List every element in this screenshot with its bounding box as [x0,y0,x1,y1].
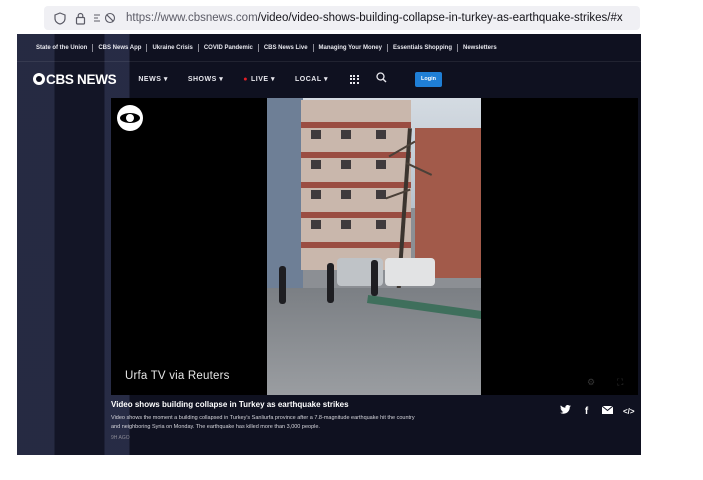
nav-live-label: LIVE [250,76,269,83]
video-left-building [267,98,303,288]
settings-icon[interactable]: ⚙ [587,377,595,388]
video-frame [267,98,481,395]
chevron-down-icon: ▾ [163,76,168,83]
share-bar: f </> [560,404,635,417]
top-links-bar: State of the Union CBS News App Ukraine … [17,34,641,62]
chevron-down-icon: ▾ [219,76,224,83]
toplink-covid-pandemic[interactable]: COVID Pandemic [199,43,259,52]
email-icon[interactable] [601,405,614,417]
cbs-news-page: State of the Union CBS News App Ukraine … [17,34,641,455]
fullscreen-icon[interactable]: ⛶ [617,377,623,388]
video-title: Video shows building collapse in Turkey … [111,400,349,409]
url-text[interactable]: https://www.cbsnews.com/video/video-show… [126,12,623,24]
nav-shows[interactable]: SHOWS ▾ [188,75,223,83]
search-icon[interactable] [376,70,387,88]
chevron-down-icon: ▾ [323,76,328,83]
toplink-cbs-news-app[interactable]: CBS News App [93,43,148,52]
twitter-icon[interactable] [560,404,571,417]
nav-live[interactable]: ● LIVE ▾ [243,75,275,83]
toplink-essentials-shopping[interactable]: Essentials Shopping [388,43,458,52]
url-path: /video/video-shows-building-collapse-in-… [257,12,623,24]
video-building [301,100,411,270]
apps-grid-icon[interactable] [349,74,359,84]
live-dot-icon: ● [243,76,248,83]
video-right-building [415,128,481,278]
nav-news-label: NEWS [138,76,162,83]
video-credit: Urfa TV via Reuters [125,370,230,382]
cbs-news-logo[interactable]: CBS NEWS [33,71,117,87]
logo-text: CBS NEWS [46,71,117,87]
cbs-eye-watermark-icon [117,105,143,131]
url-host: https://www.cbsnews.com [126,12,258,24]
video-player[interactable]: Urfa TV via Reuters ⚙ ⛶ [111,98,638,395]
login-button[interactable]: Login [414,71,442,87]
toplink-state-of-the-union[interactable]: State of the Union [31,43,94,52]
nav-news[interactable]: NEWS ▾ [138,75,167,83]
nav-local-label: LOCAL [295,76,322,83]
toplink-ukraine-crisis[interactable]: Ukraine Crisis [147,43,199,52]
cbs-eye-icon [33,73,45,85]
permissions-icon[interactable] [92,10,118,26]
nav-shows-label: SHOWS [187,76,217,83]
chevron-down-icon: ▾ [271,76,276,83]
main-nav: CBS NEWS NEWS ▾ SHOWS ▾ ● LIVE ▾ LOCAL ▾ … [17,64,641,94]
url-bar[interactable]: https://www.cbsnews.com/video/video-show… [44,6,640,30]
nav-local[interactable]: LOCAL ▾ [295,75,328,83]
embed-icon[interactable]: </> [623,407,635,416]
video-info: Video shows building collapse in Turkey … [111,400,421,441]
video-timestamp: 9H AGO [111,435,130,441]
shield-icon[interactable] [52,10,68,26]
toplink-newsletters[interactable]: Newsletters [458,44,502,52]
facebook-icon[interactable]: f [581,406,592,417]
toplink-managing-your-money[interactable]: Managing Your Money [314,43,388,52]
lock-icon[interactable] [72,10,88,26]
toplink-cbs-news-live[interactable]: CBS News Live [259,43,314,52]
video-description: Video shows the moment a building collap… [111,415,415,430]
